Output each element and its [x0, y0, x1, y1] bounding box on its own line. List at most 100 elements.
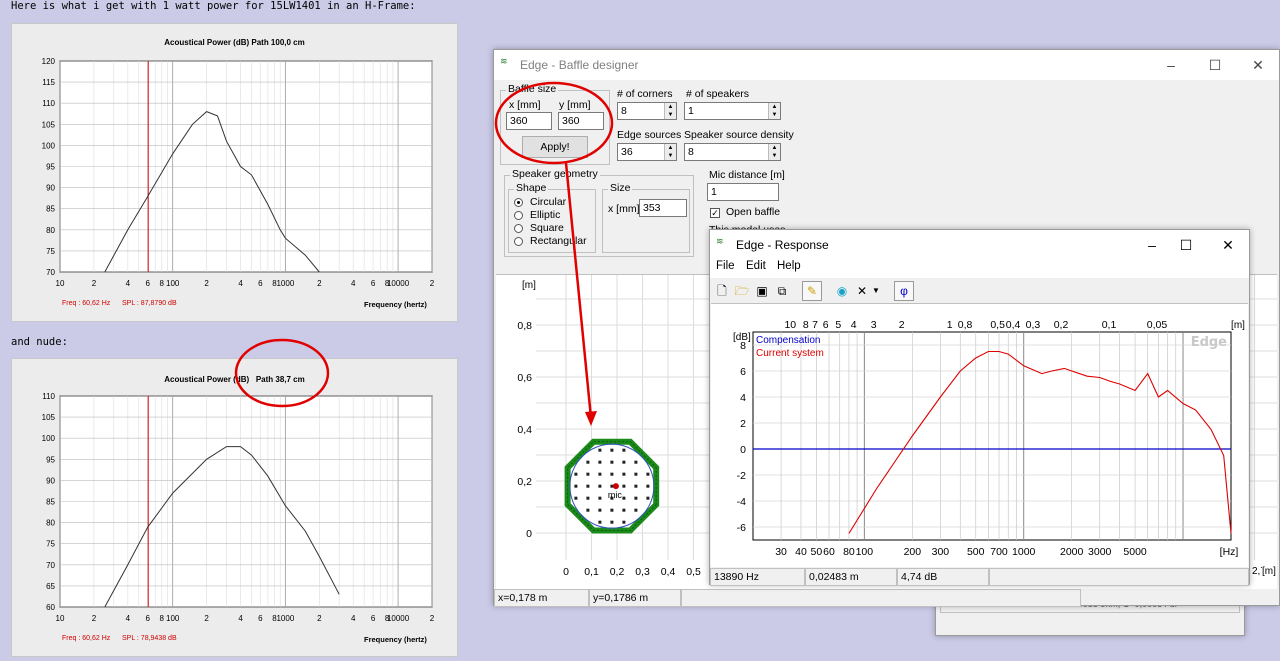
menu-file[interactable]: File	[716, 260, 735, 272]
x-tick-label: 10	[56, 279, 65, 288]
delete-icon[interactable]: ✕	[852, 281, 872, 301]
speaker-source-point	[586, 496, 590, 500]
apply-button[interactable]: Apply!	[522, 136, 588, 158]
y-tick-label: 90	[46, 184, 55, 193]
spinner-arrows-icon[interactable]: ▲ ▼	[664, 144, 676, 160]
top-tick-label: 4	[851, 319, 857, 331]
y-tick-label: 0,4	[517, 424, 532, 436]
status-db: 4,74 dB	[897, 568, 989, 586]
speakers-value: 1	[688, 105, 694, 117]
speaker-source-point	[646, 472, 650, 476]
rectangular-radio[interactable]	[514, 237, 523, 246]
open-folder-icon[interactable]: 🗁	[732, 281, 752, 301]
y-tick-label: 0,6	[517, 372, 532, 384]
top-tick-label: 7	[812, 319, 818, 331]
baffle-window-title: Edge - Baffle designer	[520, 58, 639, 72]
globe-icon[interactable]: ◉	[832, 281, 852, 301]
speakers-spinner[interactable]: 1 ▲ ▼	[684, 102, 781, 120]
phase-icon[interactable]: φ	[894, 281, 914, 301]
baffle-y-input[interactable]: 360	[558, 112, 604, 130]
x-tick-label: 8	[160, 614, 165, 623]
spinner-arrows-icon[interactable]: ▲ ▼	[664, 103, 676, 119]
new-file-icon[interactable]: 🗋	[712, 281, 732, 301]
x-tick-label: 8	[160, 279, 165, 288]
top-tick-label: 8	[803, 319, 809, 331]
chevron-down-icon[interactable]: ▼	[870, 281, 882, 301]
x-tick-label: 2	[204, 279, 209, 288]
x-tick-label: 0,3	[635, 566, 650, 578]
app-icon: ≋	[500, 56, 508, 66]
y-tick-label: -4	[737, 496, 746, 508]
baffle-titlebar[interactable]: ≋ Edge - Baffle designer – ☐ ✕	[494, 50, 1279, 80]
close-icon[interactable]: ✕	[1219, 236, 1237, 254]
top-tick-label: 10	[784, 319, 796, 331]
plot-frame	[752, 331, 1232, 541]
menu-help[interactable]: Help	[777, 260, 801, 272]
square-radio[interactable]	[514, 224, 523, 233]
y-tick-label: 110	[42, 392, 55, 401]
maximize-icon[interactable]: ☐	[1206, 56, 1224, 74]
mic-distance-input[interactable]: 1	[707, 183, 779, 201]
speaker-source-point	[586, 484, 590, 488]
copy-icon[interactable]: ⧉	[772, 281, 792, 301]
y-tick-label: 120	[42, 57, 56, 66]
corners-spinner[interactable]: 8 ▲ ▼	[617, 102, 677, 120]
speaker-source-point	[598, 484, 602, 488]
elliptic-radio[interactable]	[514, 211, 523, 220]
response-chart: 8 6 4 2 0 -2 -4 -6 [dB] 30 40 50 60 80 100 200 300 500 700…	[733, 319, 1245, 558]
x-tick-label: 4	[238, 279, 243, 288]
y-tick-label: 2	[740, 418, 746, 430]
post-nude-label: and nude:	[11, 336, 68, 348]
speaker-source-point	[634, 508, 638, 512]
shape-label: Shape	[514, 182, 549, 194]
response-titlebar[interactable]: ≋ Edge - Response – ☐ ✕	[710, 230, 1249, 260]
open-baffle-checkbox[interactable]: ✓	[710, 208, 720, 218]
response-plot-area: 8 6 4 2 0 -2 -4 -6 [dB] 30 40 50 60 80 100 200 300 500 700…	[711, 303, 1248, 567]
x-tick-label: 5000	[1123, 546, 1147, 558]
speaker-source-point	[622, 448, 626, 452]
acoustical-power-plot-2: Acoustical Power (dB) Path 38,7 cm 110 10…	[11, 358, 458, 657]
pencil-icon[interactable]: ✎	[802, 281, 822, 301]
close-icon[interactable]: ✕	[1249, 56, 1267, 74]
spinner-arrows-icon[interactable]: ▲ ▼	[768, 144, 780, 160]
save-icon[interactable]: ▣	[752, 281, 772, 301]
baffle-y-label: y [mm]	[559, 99, 591, 111]
x-tick-label: 4	[351, 614, 356, 623]
baffle-status-empty	[681, 589, 1081, 607]
maximize-icon[interactable]: ☐	[1177, 236, 1195, 254]
minimize-icon[interactable]: –	[1162, 56, 1180, 74]
size-x-input[interactable]: 353	[639, 199, 687, 217]
top-tick-label: 2	[899, 319, 905, 331]
x-tick-label: 1000	[276, 614, 294, 623]
top-tick-label: 0,8	[958, 319, 973, 331]
x-tick-label: 4	[238, 614, 243, 623]
baffle-x-input[interactable]: 360	[506, 112, 552, 130]
y-tick-label: 70	[46, 268, 55, 277]
y-tick-label: 95	[46, 163, 55, 172]
spinner-arrows-icon[interactable]: ▲ ▼	[768, 103, 780, 119]
plot-1-chart: 12011511010510095908580757010 2 4 6 8 100 2 4 6 8…	[42, 57, 435, 288]
y-tick-label: 100	[42, 434, 56, 443]
speaker-source-point	[598, 448, 602, 452]
status-frequency: 13890 Hz	[710, 568, 805, 586]
x-tick-label: 2	[430, 279, 435, 288]
top-tick-label: 3	[871, 319, 877, 331]
y-tick-label: 0,8	[517, 320, 532, 332]
response-window: ≋ Edge - Response – ☐ ✕ File Edit Help 🗋…	[709, 229, 1250, 586]
speaker-source-point	[622, 484, 626, 488]
edge-sources-spinner[interactable]: 36 ▲ ▼	[617, 143, 677, 161]
circular-radio[interactable]	[514, 198, 523, 207]
status-distance: 0,02483 m	[805, 568, 897, 586]
y-tick-label: 100	[42, 141, 56, 150]
y-tick-label: 95	[46, 455, 55, 464]
menu-edit[interactable]: Edit	[746, 260, 766, 272]
speaker-source-point	[634, 496, 638, 500]
speaker-source-point	[646, 496, 650, 500]
x-tick-label: 6	[371, 279, 376, 288]
speaker-source-point	[598, 460, 602, 464]
density-spinner[interactable]: 8 ▲ ▼	[684, 143, 781, 161]
minimize-icon[interactable]: –	[1143, 236, 1161, 254]
top-tick-label: 0,3	[1026, 319, 1041, 331]
x-tick-label: 500	[967, 546, 985, 558]
x-tick-label: 6	[145, 279, 150, 288]
